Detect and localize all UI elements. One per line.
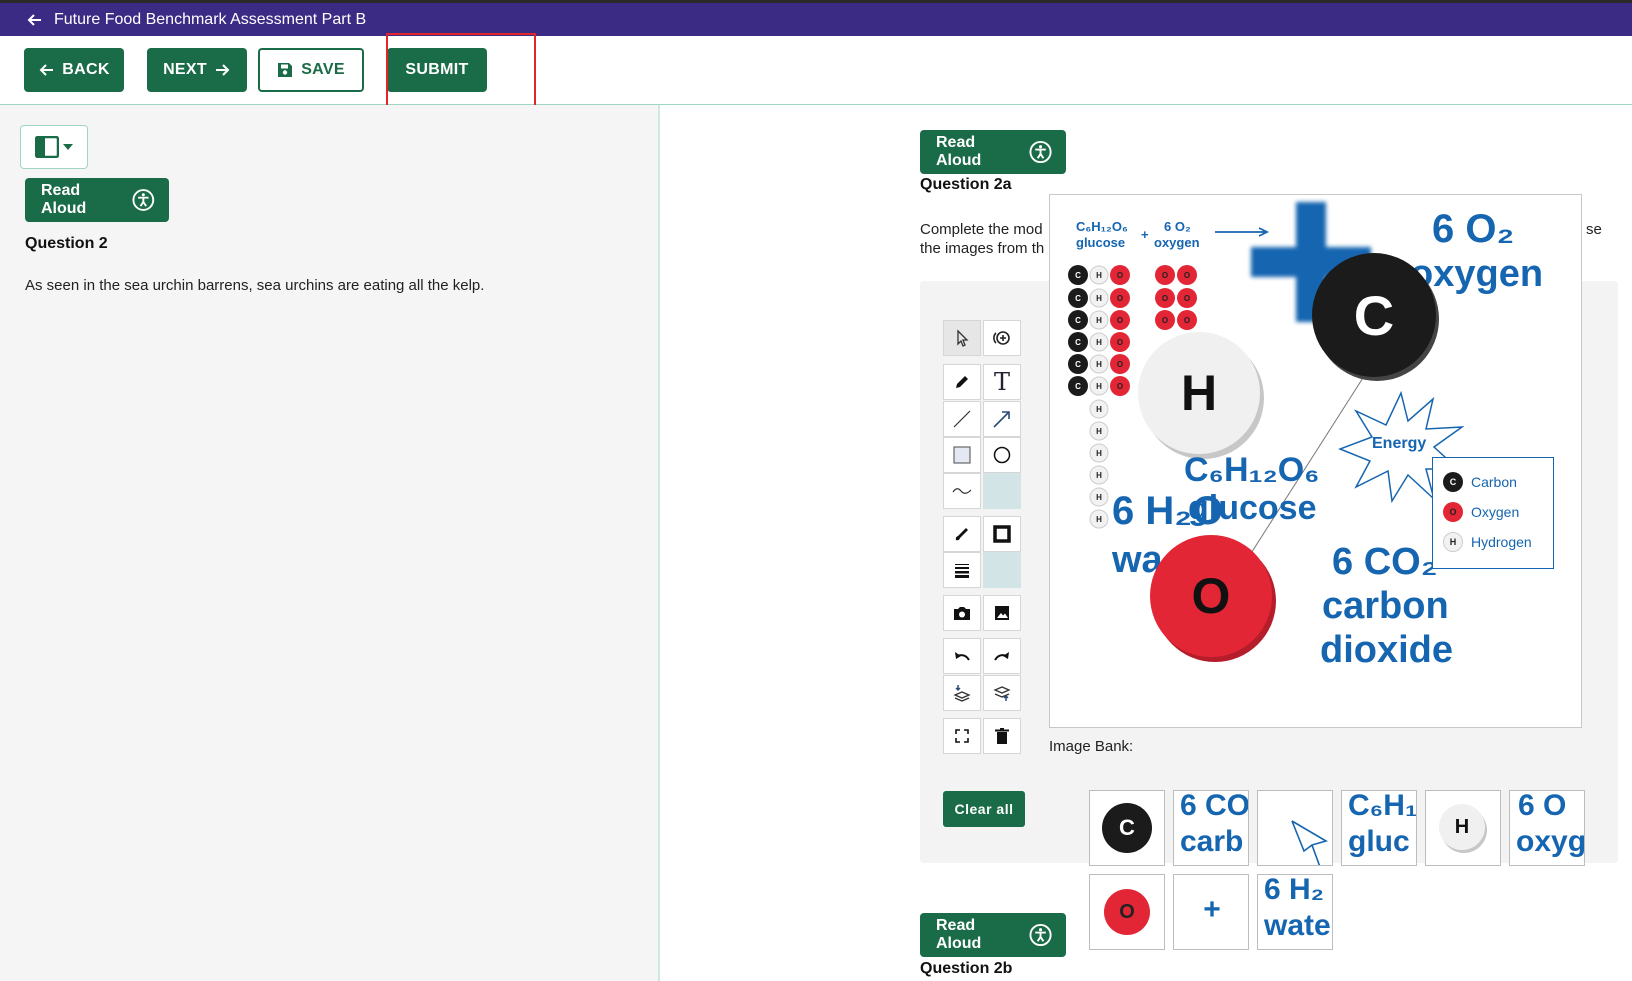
legend-item-hydrogen: H Hydrogen bbox=[1443, 532, 1532, 552]
send-backward-tool[interactable] bbox=[943, 675, 981, 711]
redo-tool[interactable] bbox=[983, 638, 1021, 674]
image-icon bbox=[995, 606, 1009, 620]
arrow-left-icon bbox=[39, 64, 54, 76]
add-circle-icon bbox=[993, 331, 1010, 345]
arrow-right-icon bbox=[215, 64, 230, 76]
pencil-icon bbox=[956, 376, 968, 388]
glucose-formula-large: C₆H₁₂O₆ bbox=[1184, 451, 1320, 489]
drawing-toolbar: T bbox=[943, 320, 1025, 770]
pointer-icon bbox=[957, 329, 969, 347]
bank-item-glucose[interactable]: C₆H₁ gluc bbox=[1341, 790, 1417, 866]
next-button[interactable]: NEXT bbox=[147, 48, 247, 92]
border-square-icon bbox=[993, 525, 1011, 543]
undo-icon bbox=[955, 652, 970, 661]
tool-spacer bbox=[983, 552, 1021, 588]
color-tool[interactable] bbox=[943, 516, 981, 552]
image-bank-label: Image Bank: bbox=[1049, 738, 1134, 755]
legend-item-oxygen: O Oxygen bbox=[1443, 502, 1519, 522]
bank-item-water[interactable]: 6 H₂ wate bbox=[1257, 874, 1333, 950]
panel-layout-icon bbox=[35, 136, 59, 158]
freehand-tool[interactable] bbox=[943, 473, 981, 509]
bring-forward-tool[interactable] bbox=[983, 675, 1021, 711]
hydrogen-atom-large: H bbox=[1138, 332, 1260, 454]
read-aloud-button-2a[interactable]: Read Aloud bbox=[920, 130, 1066, 174]
image-tool[interactable] bbox=[983, 595, 1021, 631]
circle-icon bbox=[993, 446, 1011, 464]
rectangle-icon bbox=[953, 446, 971, 464]
text-t-icon: T bbox=[993, 368, 1010, 396]
back-button[interactable]: BACK bbox=[24, 48, 124, 92]
caret-down-icon bbox=[63, 144, 73, 150]
co2-label-line-2: dioxide bbox=[1320, 629, 1454, 671]
redo-icon bbox=[994, 652, 1009, 661]
trash-icon bbox=[995, 728, 1009, 744]
bank-item-oxygen-label[interactable]: 6 O oxyg bbox=[1509, 790, 1585, 866]
question-text: As seen in the sea urchin barrens, sea u… bbox=[25, 277, 485, 294]
layer-down-icon bbox=[953, 685, 971, 702]
app-header: Future Food Benchmark Assessment Part B bbox=[0, 0, 1632, 36]
atom-legend: C Carbon O Oxygen H Hydrogen bbox=[1432, 457, 1554, 569]
water-formula-large: 6 H₂O bbox=[1112, 489, 1224, 533]
pencil-tool[interactable] bbox=[943, 364, 981, 400]
question-title-2b: Question 2b bbox=[920, 960, 1013, 977]
line-weight-tool[interactable] bbox=[943, 552, 981, 588]
back-arrow-icon[interactable] bbox=[26, 12, 42, 28]
drawing-canvas[interactable]: C₆H₁₂O₆ glucose + 6 O₂ oxygen C C C C C … bbox=[1049, 194, 1582, 728]
bank-item-oxygen[interactable]: O bbox=[1089, 874, 1165, 950]
line-icon bbox=[953, 410, 971, 428]
delete-tool[interactable] bbox=[983, 718, 1021, 754]
instruction-line-2: the images from th bbox=[920, 240, 1045, 257]
fullscreen-tool[interactable] bbox=[943, 718, 981, 754]
read-aloud-button[interactable]: Read Aloud bbox=[25, 178, 169, 222]
instruction-line-1: Complete the mod bbox=[920, 221, 1043, 238]
legend-item-carbon: C Carbon bbox=[1443, 472, 1517, 492]
question-title-2a: Question 2a bbox=[920, 176, 1012, 193]
undo-tool[interactable] bbox=[943, 638, 981, 674]
line-tool[interactable] bbox=[943, 401, 981, 437]
layout-toggle-button[interactable] bbox=[20, 125, 88, 169]
accessibility-icon bbox=[132, 189, 155, 211]
squiggle-icon bbox=[952, 488, 972, 494]
rectangle-tool[interactable] bbox=[943, 437, 981, 473]
stroke-tool[interactable] bbox=[983, 516, 1021, 552]
add-tool[interactable] bbox=[983, 320, 1021, 356]
camera-tool[interactable] bbox=[943, 595, 981, 631]
bank-item-carbon[interactable]: C bbox=[1089, 790, 1165, 866]
carbon-atom-large: C bbox=[1312, 253, 1436, 377]
bank-item-arrow[interactable] bbox=[1257, 790, 1333, 866]
bank-item-plus[interactable]: + bbox=[1173, 874, 1249, 950]
line-weight-icon bbox=[955, 564, 969, 578]
accessibility-icon bbox=[1029, 140, 1052, 164]
accessibility-icon bbox=[1029, 923, 1052, 947]
text-tool[interactable]: T bbox=[983, 364, 1021, 400]
bank-item-co2[interactable]: 6 CO carb bbox=[1173, 790, 1249, 866]
passage-pane: Read Aloud Question 2 As seen in the sea… bbox=[0, 105, 660, 981]
energy-label: Energy bbox=[1372, 435, 1427, 452]
layer-up-icon bbox=[993, 686, 1011, 701]
tool-spacer bbox=[983, 473, 1021, 509]
select-tool[interactable] bbox=[943, 320, 981, 356]
co2-formula-large: 6 CO₂ bbox=[1332, 541, 1438, 583]
save-icon bbox=[278, 63, 293, 77]
arrow-diagonal-icon bbox=[993, 411, 1010, 428]
camera-icon bbox=[954, 607, 970, 620]
arrow-tool[interactable] bbox=[983, 401, 1021, 437]
submit-highlight-box bbox=[386, 33, 536, 110]
instruction-line-1-end: se bbox=[1586, 221, 1602, 238]
fullscreen-icon bbox=[955, 729, 969, 743]
co2-label-line-1: carbon bbox=[1322, 585, 1449, 627]
oxygen-atom-large: O bbox=[1150, 535, 1272, 657]
toolbar: BACK NEXT SAVE SUBMIT bbox=[0, 36, 1632, 105]
bank-item-hydrogen[interactable]: H bbox=[1425, 790, 1501, 866]
clear-all-button[interactable]: Clear all bbox=[943, 791, 1025, 827]
save-button[interactable]: SAVE bbox=[258, 48, 364, 92]
brush-icon bbox=[955, 528, 968, 541]
circle-tool[interactable] bbox=[983, 437, 1021, 473]
read-aloud-button-2b[interactable]: Read Aloud bbox=[920, 913, 1066, 957]
question-title: Question 2 bbox=[25, 235, 108, 252]
page-title: Future Food Benchmark Assessment Part B bbox=[54, 10, 367, 28]
arrow-head-icon bbox=[1291, 820, 1329, 865]
